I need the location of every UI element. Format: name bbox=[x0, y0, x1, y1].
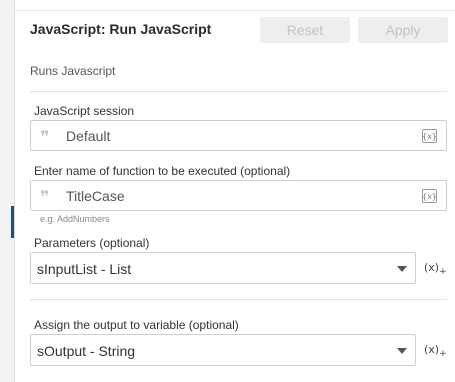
chevron-down-icon bbox=[397, 348, 407, 354]
left-sidebar-strip bbox=[0, 0, 15, 382]
fx-plus: + bbox=[439, 267, 447, 278]
function-hint: e.g. AddNumbers bbox=[40, 214, 110, 224]
chevron-down-icon bbox=[397, 266, 407, 272]
fx-plus: + bbox=[439, 349, 447, 360]
action-description: Runs Javascript bbox=[30, 64, 116, 78]
output-label: Assign the output to variable (optional) bbox=[34, 318, 239, 332]
apply-button[interactable]: Apply bbox=[358, 17, 448, 43]
output-select[interactable]: sOutput - String bbox=[30, 334, 416, 366]
section-divider bbox=[30, 91, 447, 92]
fx-glyph: (x) bbox=[424, 261, 440, 274]
quote-icon: ❞ bbox=[40, 129, 49, 146]
fx-glyph: (x) bbox=[424, 343, 440, 356]
parameters-label: Parameters (optional) bbox=[34, 236, 150, 250]
parameters-value: sInputList - List bbox=[37, 261, 132, 277]
function-input[interactable]: ❞ TitleCase {x} bbox=[30, 180, 447, 211]
section-divider bbox=[30, 299, 447, 300]
session-label: JavaScript session bbox=[34, 104, 135, 118]
function-value: TitleCase bbox=[66, 188, 125, 204]
insert-variable-icon[interactable]: {x} bbox=[422, 129, 437, 143]
insert-variable-icon[interactable]: {x} bbox=[422, 189, 437, 203]
quote-icon: ❞ bbox=[40, 189, 49, 206]
panel-title: JavaScript: Run JavaScript bbox=[30, 21, 212, 37]
function-label: Enter name of function to be executed (o… bbox=[34, 164, 291, 178]
output-value: sOutput - String bbox=[37, 343, 136, 359]
active-indicator bbox=[11, 206, 14, 238]
top-divider bbox=[15, 10, 455, 11]
session-value: Default bbox=[66, 128, 111, 144]
reset-button[interactable]: Reset bbox=[260, 17, 350, 43]
variable-insert-icon[interactable]: (x)+ bbox=[424, 261, 447, 277]
variable-insert-icon[interactable]: (x)+ bbox=[424, 343, 447, 359]
parameters-select[interactable]: sInputList - List bbox=[30, 252, 416, 284]
session-input[interactable]: ❞ Default {x} bbox=[30, 120, 447, 151]
